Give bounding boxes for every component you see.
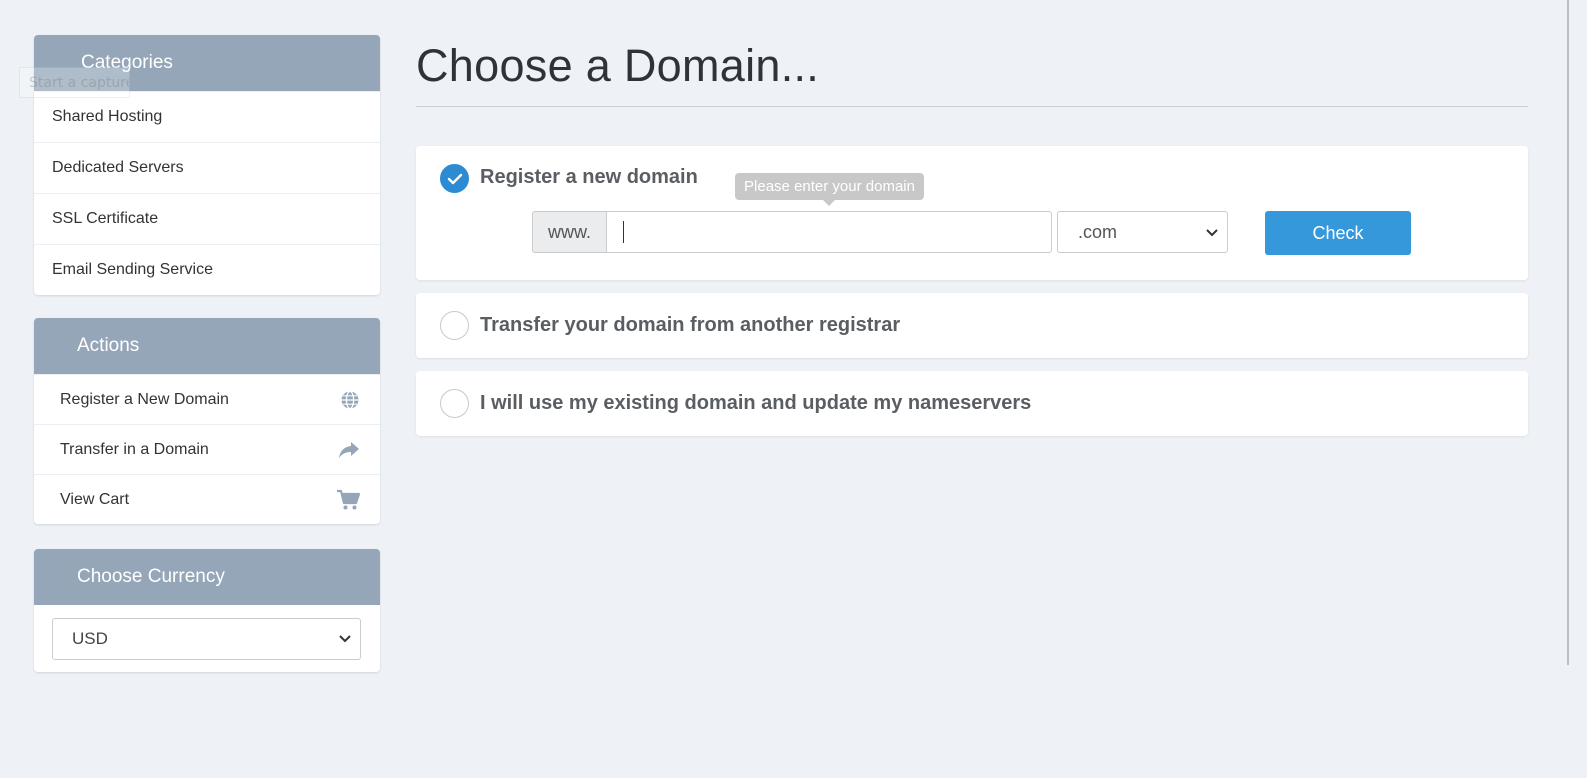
option-existing-card: I will use my existing domain and update… (416, 371, 1528, 436)
category-label: SSL Certificate (52, 210, 159, 227)
existing-label[interactable]: I will use my existing domain and update… (480, 392, 1031, 415)
register-label[interactable]: Register a new domain (480, 166, 698, 189)
www-prefix: www. (532, 211, 607, 253)
title-divider (416, 106, 1528, 107)
action-label: Transfer in a Domain (60, 440, 209, 458)
action-register-domain[interactable]: Register a New Domain (34, 374, 380, 424)
category-item-ssl-certificate[interactable]: SSL Certificate (34, 193, 380, 244)
chevron-down-icon (1205, 222, 1219, 243)
tld-select[interactable]: .com (1057, 211, 1228, 253)
action-transfer-domain[interactable]: Transfer in a Domain (34, 424, 380, 474)
globe-icon (340, 390, 360, 410)
actions-panel: Actions Register a New Domain Transfer i… (34, 318, 380, 524)
currency-title: Choose Currency (77, 566, 225, 587)
tld-value: .com (1078, 221, 1118, 242)
option-register-card: Register a new domain Please enter your … (416, 146, 1528, 280)
actions-title: Actions (77, 335, 140, 356)
category-label: Email Sending Service (52, 261, 213, 278)
check-button[interactable]: Check (1265, 211, 1411, 255)
currency-select[interactable]: USD (52, 618, 361, 660)
currency-panel: Choose Currency USD (34, 549, 380, 672)
domain-input[interactable] (606, 211, 1052, 253)
domain-tooltip: Please enter your domain (735, 173, 924, 206)
capture-overlay[interactable]: Start a capture (19, 67, 130, 98)
category-item-shared-hosting[interactable]: Shared Hosting (34, 91, 380, 142)
register-radio[interactable] (440, 164, 469, 193)
share-arrow-icon (338, 440, 360, 460)
text-caret (623, 221, 624, 243)
action-label: View Cart (60, 490, 130, 508)
cart-icon (336, 489, 360, 511)
category-item-dedicated-servers[interactable]: Dedicated Servers (34, 142, 380, 193)
category-label: Shared Hosting (52, 108, 163, 125)
transfer-radio[interactable] (440, 311, 469, 340)
scrollbar[interactable] (1567, 0, 1569, 665)
page-title: Choose a Domain... (416, 40, 820, 91)
existing-radio[interactable] (440, 389, 469, 418)
checkmark-icon (447, 173, 462, 184)
category-item-email-sending[interactable]: Email Sending Service (34, 244, 380, 295)
action-view-cart[interactable]: View Cart (34, 474, 380, 524)
actions-header: Actions (34, 318, 380, 374)
currency-value: USD (72, 629, 108, 648)
category-label: Dedicated Servers (52, 159, 184, 176)
chevron-down-icon (338, 629, 352, 649)
currency-header: Choose Currency (34, 549, 380, 605)
option-transfer-card: Transfer your domain from another regist… (416, 293, 1528, 358)
action-label: Register a New Domain (60, 390, 229, 408)
transfer-label[interactable]: Transfer your domain from another regist… (480, 314, 900, 337)
